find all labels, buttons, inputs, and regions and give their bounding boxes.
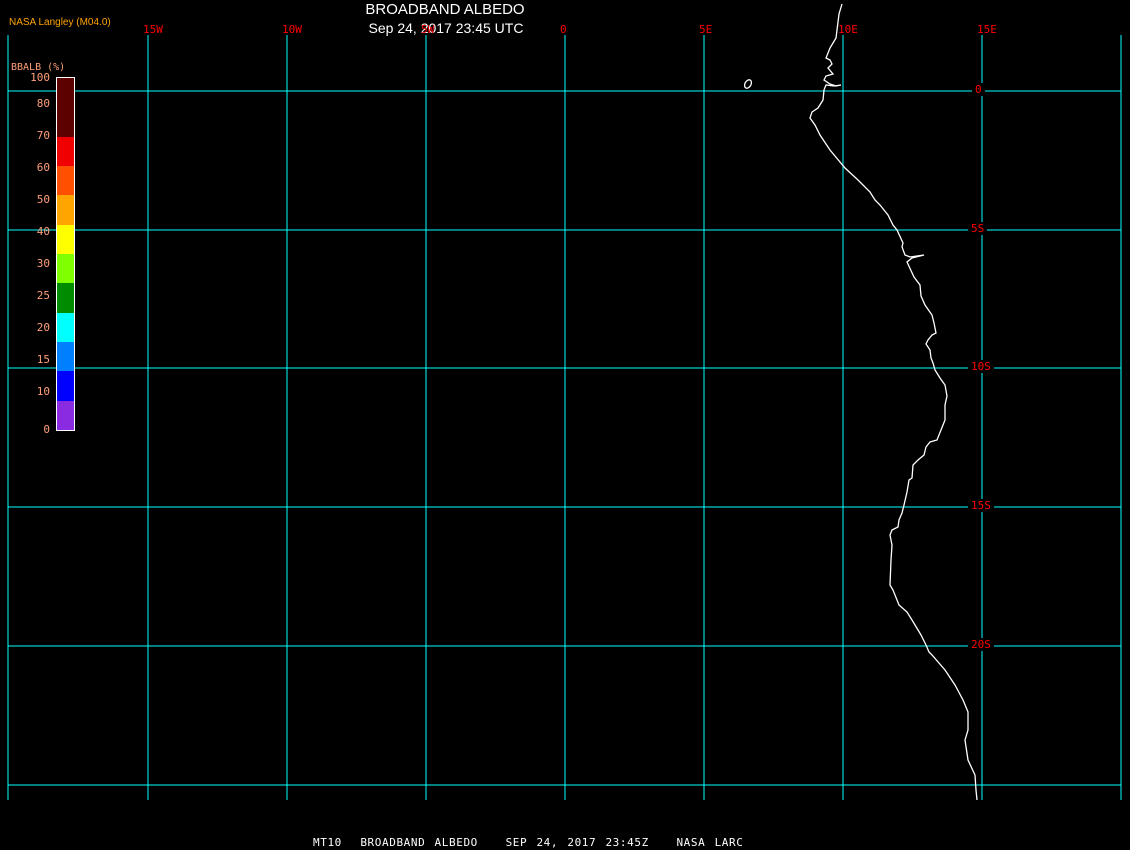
color-bar-segment	[57, 371, 74, 401]
legend-tick-label: 10	[36, 385, 50, 398]
legend-tick-label: 15	[36, 353, 50, 366]
latitude-label: 20S	[968, 638, 994, 651]
latitude-label: 15S	[968, 499, 994, 512]
color-bar-segment	[57, 136, 74, 166]
legend-tick-label: 80	[36, 97, 50, 110]
longitude-label: 15E	[977, 23, 997, 36]
color-bar-segment	[57, 283, 74, 313]
island	[743, 79, 753, 89]
color-bar-segment	[57, 341, 74, 372]
longitude-label: 10E	[838, 23, 858, 36]
color-bar	[56, 77, 75, 431]
longitude-label: 15W	[143, 23, 163, 36]
color-bar-segment	[57, 165, 74, 196]
coastline	[809, 3, 978, 801]
color-bar-segment	[57, 195, 74, 225]
latitude-label: 10S	[968, 360, 994, 373]
latitude-label: 5S	[968, 222, 988, 235]
color-bar-segment	[57, 78, 74, 108]
legend-tick-label: 0	[43, 423, 50, 436]
map-canvas	[7, 3, 1122, 801]
legend-tick-label: 60	[36, 161, 50, 174]
legend-tick-label: 70	[36, 129, 50, 142]
legend-tick-label: 30	[36, 257, 50, 270]
longitude-label: 5E	[699, 23, 713, 36]
color-bar-segment	[57, 107, 74, 137]
legend-tick-label: 50	[36, 193, 50, 206]
graticule	[7, 35, 1122, 800]
latitude-label: 0	[972, 83, 985, 96]
color-bar-segment	[57, 400, 74, 430]
longitude-label: 10W	[282, 23, 302, 36]
longitude-label: 0	[560, 23, 567, 36]
legend-tick-label: 100	[30, 71, 50, 84]
color-bar-segment	[57, 312, 74, 342]
legend-tick-label: 25	[36, 289, 50, 302]
color-bar-segment	[57, 224, 74, 254]
legend-tick-label: 40	[36, 225, 50, 238]
legend-tick-label: 20	[36, 321, 50, 334]
longitude-label: 5W	[421, 23, 435, 36]
footer-caption: MT10 BROADBAND ALBEDO SEP 24, 2017 23:45…	[313, 836, 744, 849]
color-bar-segment	[57, 253, 74, 284]
